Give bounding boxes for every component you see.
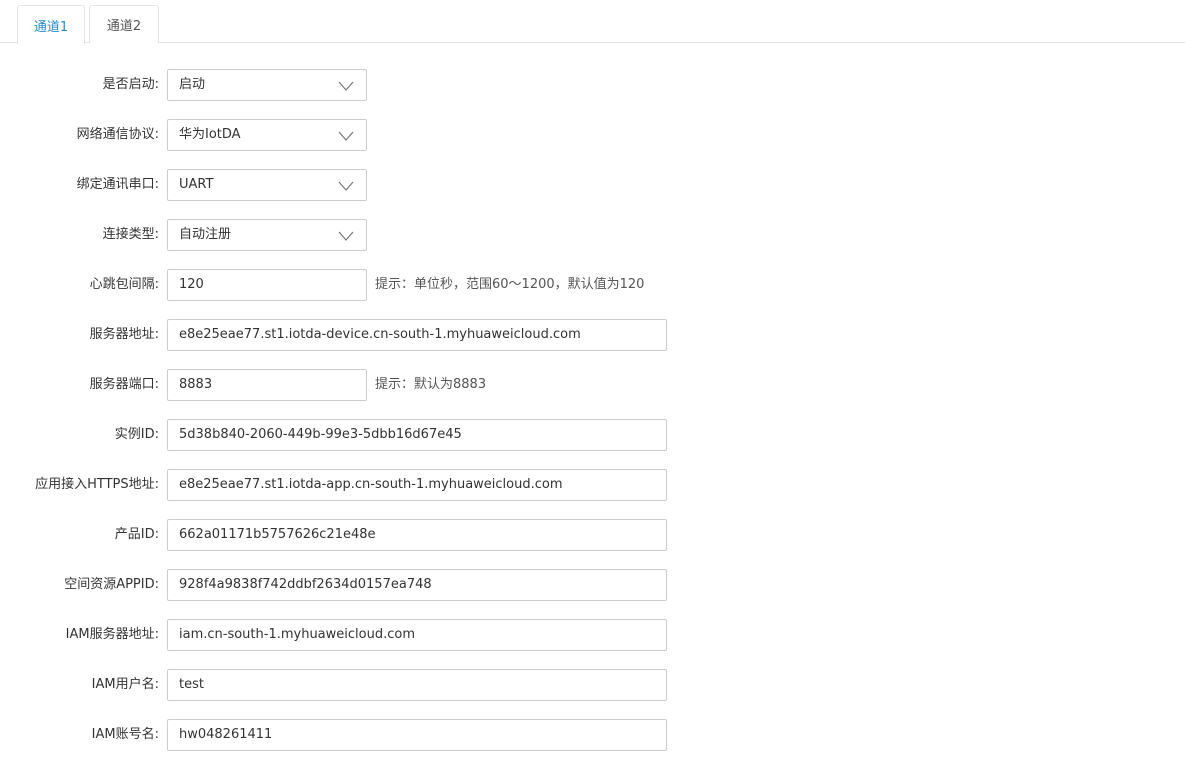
form-row-enabled: 是否启动: 启动 [0, 69, 1185, 101]
tab-channel-2[interactable]: 通道2 [89, 5, 159, 43]
chevron-down-icon [338, 231, 354, 241]
connect-type-value: 自动注册 [179, 227, 232, 242]
channel-tab-bar: 通道1 通道2 [0, 0, 1185, 44]
iam-account-label: IAM账号名: [91, 727, 159, 742]
server-addr-input[interactable]: e8e25eae77.st1.iotda-device.cn-south-1.m… [167, 319, 667, 351]
tab-channel-1[interactable]: 通道1 [17, 5, 85, 44]
form-row-server-port: 服务器端口: 8883 提示：默认为8883 [0, 369, 1185, 401]
space-appid-label: 空间资源APPID: [64, 577, 159, 592]
server-port-hint: 提示：默认为8883 [375, 377, 487, 392]
serial-port-select[interactable]: UART [167, 169, 367, 201]
chevron-down-icon [338, 81, 354, 91]
form-row-heartbeat: 心跳包间隔: 120 提示：单位秒，范围60～1200，默认值为120 [0, 269, 1185, 301]
form-row-product-id: 产品ID: 662a01171b5757626c21e48e [0, 519, 1185, 551]
form-row-connect-type: 连接类型: 自动注册 [0, 219, 1185, 251]
space-appid-input[interactable]: 928f4a9838f742ddbf2634d0157ea748 [167, 569, 667, 601]
server-port-label: 服务器端口: [89, 377, 159, 392]
server-addr-label: 服务器地址: [89, 327, 159, 342]
protocol-select[interactable]: 华为IotDA [167, 119, 367, 151]
connect-type-label: 连接类型: [102, 227, 159, 242]
form-row-iam-user: IAM用户名: test [0, 669, 1185, 701]
enabled-label: 是否启动: [102, 77, 159, 92]
form-row-space-appid: 空间资源APPID: 928f4a9838f742ddbf2634d0157ea… [0, 569, 1185, 601]
enabled-value: 启动 [179, 77, 206, 92]
https-addr-input[interactable]: e8e25eae77.st1.iotda-app.cn-south-1.myhu… [167, 469, 667, 501]
instance-id-input[interactable]: 5d38b840-2060-449b-99e3-5dbb16d67e45 [167, 419, 667, 451]
protocol-value: 华为IotDA [179, 127, 241, 142]
form-row-instance-id: 实例ID: 5d38b840-2060-449b-99e3-5dbb16d67e… [0, 419, 1185, 451]
instance-id-label: 实例ID: [114, 427, 159, 442]
form-row-https-addr: 应用接入HTTPS地址: e8e25eae77.st1.iotda-app.cn… [0, 469, 1185, 501]
heartbeat-input[interactable]: 120 [167, 269, 367, 301]
iam-user-input[interactable]: test [167, 669, 667, 701]
iam-account-input[interactable]: hw048261411 [167, 719, 667, 751]
connect-type-select[interactable]: 自动注册 [167, 219, 367, 251]
iam-server-label: IAM服务器地址: [65, 627, 159, 642]
iam-server-input[interactable]: iam.cn-south-1.myhuaweicloud.com [167, 619, 667, 651]
product-id-input[interactable]: 662a01171b5757626c21e48e [167, 519, 667, 551]
form-row-iam-account: IAM账号名: hw048261411 [0, 719, 1185, 751]
iam-user-label: IAM用户名: [91, 677, 159, 692]
chevron-down-icon [338, 181, 354, 191]
heartbeat-label: 心跳包间隔: [89, 277, 159, 292]
server-port-input[interactable]: 8883 [167, 369, 367, 401]
heartbeat-hint: 提示：单位秒，范围60～1200，默认值为120 [375, 277, 645, 292]
protocol-label: 网络通信协议: [76, 127, 159, 142]
enabled-select[interactable]: 启动 [167, 69, 367, 101]
product-id-label: 产品ID: [114, 527, 159, 542]
form-row-iam-server: IAM服务器地址: iam.cn-south-1.myhuaweicloud.c… [0, 619, 1185, 651]
form-row-protocol: 网络通信协议: 华为IotDA [0, 119, 1185, 151]
https-addr-label: 应用接入HTTPS地址: [35, 477, 159, 492]
form-row-serial-port: 绑定通讯串口: UART [0, 169, 1185, 201]
form-row-server-addr: 服务器地址: e8e25eae77.st1.iotda-device.cn-so… [0, 319, 1185, 351]
chevron-down-icon [338, 131, 354, 141]
serial-port-label: 绑定通讯串口: [76, 177, 159, 192]
serial-port-value: UART [179, 177, 214, 192]
